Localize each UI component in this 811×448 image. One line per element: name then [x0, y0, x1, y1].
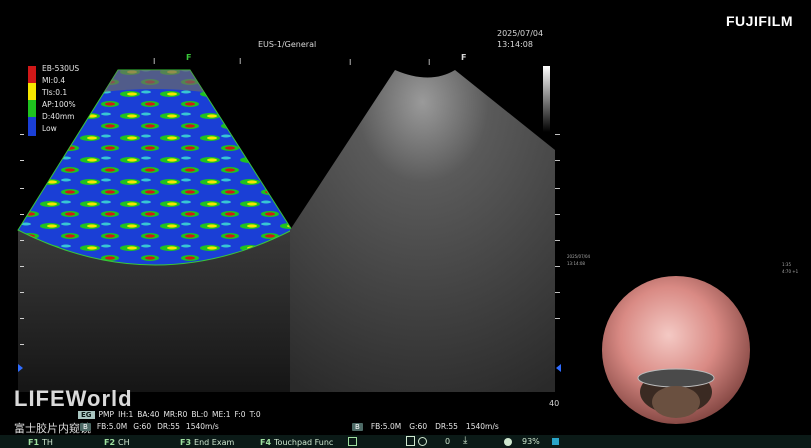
status-row-left: EG PMP IH:1 BA:40 MR:R0 BL:0 ME:1 F:0 T:…	[78, 410, 261, 419]
probe-label: EB-530US	[42, 64, 80, 73]
status-param: FB:5.0M	[370, 422, 402, 431]
top-marker: I	[349, 58, 352, 67]
status-param: DR:55	[157, 422, 180, 431]
mi-label: MI:0.4	[42, 76, 66, 85]
status-param: F:0	[234, 410, 246, 419]
focus-arrow-left	[18, 364, 23, 372]
endo-small-time: 13:14:08	[567, 261, 585, 266]
depth-tick	[20, 160, 24, 161]
fkey-f4[interactable]: F4 Touchpad Func	[260, 437, 333, 448]
status-param: G:60	[133, 422, 152, 431]
fkey-value: End Exam	[194, 438, 235, 447]
tis-label: TIs:0.1	[42, 88, 68, 97]
status-param: ME:1	[212, 410, 231, 419]
focus-marker-right: F	[461, 53, 467, 62]
depth-tick	[555, 160, 560, 161]
indicator-icon	[552, 438, 559, 445]
fkey-f2[interactable]: F2 CH	[104, 437, 130, 448]
grayscale-bar	[543, 66, 550, 132]
mode-b-badge-right: B	[352, 422, 363, 431]
fkey-f3[interactable]: F3 End Exam	[180, 437, 234, 448]
depth-label: D:40mm	[42, 112, 75, 121]
status-param: DR:55	[435, 422, 458, 431]
depth-tick	[555, 266, 560, 267]
depth-tick	[20, 266, 24, 267]
status-param: BA:40	[137, 410, 160, 419]
fkey-f1[interactable]: F1 TH	[28, 437, 53, 448]
fkey-label: F4	[260, 438, 272, 447]
depth-tick	[20, 292, 24, 293]
fkey-value: TH	[42, 438, 53, 447]
status-row-left-2: B FB:5.0M G:60 DR:55 1540m/s	[80, 422, 219, 431]
status-param: IH:1	[118, 410, 134, 419]
image-icon[interactable]	[406, 436, 415, 446]
counter-value: 0	[445, 437, 451, 446]
depth-tick	[20, 240, 24, 241]
ap-label: AP:100%	[42, 100, 76, 109]
status-param: 1540m/s	[185, 422, 219, 431]
top-marker: I	[239, 57, 242, 66]
top-marker: I	[153, 57, 156, 66]
fkey-value: CH	[118, 438, 130, 447]
watermark-title: LIFEWorld	[14, 386, 133, 411]
mode-b-badge-left: B	[80, 422, 91, 431]
right-bmode-area	[290, 70, 555, 392]
focus-marker-left: F	[186, 53, 192, 62]
status-param: FB:5.0M	[96, 422, 128, 431]
status-param: 1540m/s	[465, 422, 499, 431]
depth-tick	[555, 292, 560, 293]
status-param: G:60	[409, 422, 428, 431]
depth-tick	[20, 188, 24, 189]
download-icon[interactable]: ⤓	[463, 435, 467, 446]
status-param: PMP	[98, 410, 115, 419]
depth-tick	[20, 344, 24, 345]
fkey-value: Touchpad Func	[274, 438, 334, 447]
depth-tick	[20, 318, 24, 319]
window-icon[interactable]	[348, 437, 357, 446]
depth-tick	[555, 188, 560, 189]
status-param: MR:R0	[163, 410, 188, 419]
endo-small-date: 2025/07/04	[567, 254, 591, 259]
depth-tick	[555, 214, 560, 215]
fkey-label: F1	[28, 438, 40, 447]
elastography-color-scale	[28, 66, 36, 136]
top-marker: I	[428, 58, 431, 67]
status-param: BL:0	[191, 410, 209, 419]
status-row-right: B FB:5.0M G:60 DR:55 1540m/s	[352, 422, 499, 431]
depth-tick	[20, 134, 24, 135]
depth-tick	[555, 134, 560, 135]
ultrasound-image	[17, 69, 750, 424]
depth-tick	[555, 318, 560, 319]
endo-right-label-1: 1:35	[782, 262, 791, 267]
endo-right-label-2: 4:70 +1	[782, 269, 799, 274]
fkey-label: F3	[180, 438, 192, 447]
zoom-percent: 93%	[522, 437, 540, 446]
capture-icon[interactable]	[418, 437, 427, 446]
focus-arrow-right	[556, 364, 561, 372]
status-dot-icon	[504, 438, 512, 446]
depth-tick	[20, 214, 24, 215]
depth-tick	[555, 240, 560, 241]
depth-value: 40	[549, 399, 560, 408]
fkey-label: F2	[104, 438, 116, 447]
scale-low-label: Low	[42, 124, 57, 133]
status-param: T:0	[249, 410, 261, 419]
mode-badge: EG	[78, 410, 95, 419]
